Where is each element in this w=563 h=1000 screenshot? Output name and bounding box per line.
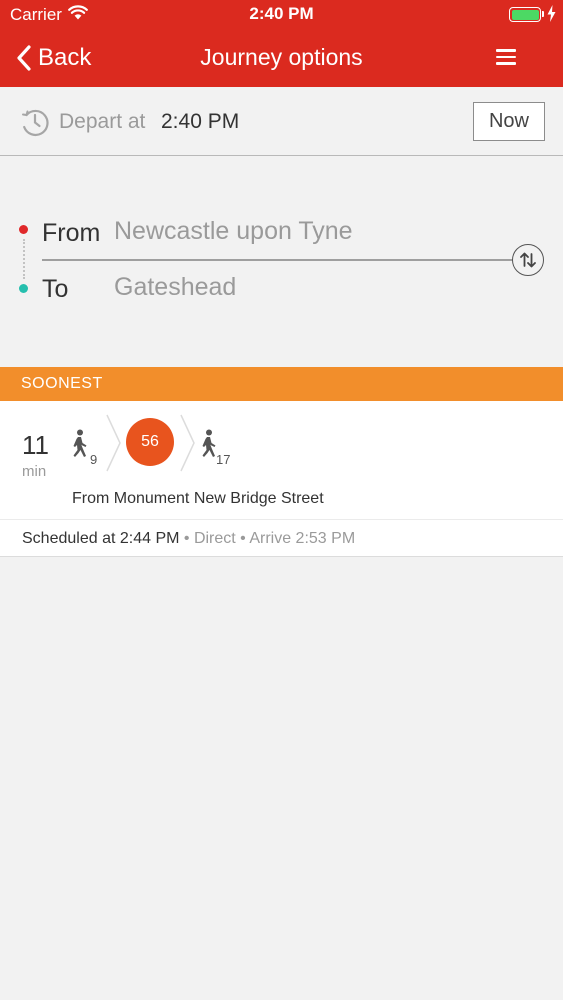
separator-dot: • <box>235 530 250 547</box>
clock-icon <box>22 109 49 137</box>
separator-dot: • <box>179 530 194 547</box>
walk-after-minutes: 17 <box>216 452 231 467</box>
depart-row: Depart at 2:40 PM Now <box>0 87 563 156</box>
status-time: 2:40 PM <box>249 4 314 23</box>
scheduled-time: Scheduled at 2:44 PM <box>22 530 180 547</box>
now-button[interactable]: Now <box>473 102 545 141</box>
to-label: To <box>42 275 69 303</box>
to-dot <box>19 284 28 293</box>
depart-time[interactable]: 2:40 PM <box>161 110 239 134</box>
from-dot <box>19 225 28 234</box>
chevron-right-icon <box>180 414 195 472</box>
journey-type: Direct <box>193 530 236 547</box>
route-connector <box>23 239 25 279</box>
arrive-time: Arrive 2:53 PM <box>249 530 356 547</box>
from-stop-label: From Monument New Bridge Street <box>72 490 324 507</box>
depart-label[interactable]: Depart at <box>59 110 145 134</box>
bus-route-badge: 56 <box>126 418 174 466</box>
swap-arrows-icon <box>520 252 536 268</box>
to-field[interactable] <box>114 273 494 302</box>
card-divider <box>0 519 563 520</box>
from-label: From <box>42 219 101 247</box>
bolt-icon <box>547 5 556 22</box>
hamburger-menu-icon[interactable] <box>494 46 518 68</box>
battery-tip <box>542 11 544 17</box>
battery-icon <box>509 7 541 22</box>
walk-before-minutes: 9 <box>90 452 98 467</box>
journey-card[interactable]: 11 min 9 56 17 From Monument New Bridge … <box>0 401 563 557</box>
section-header-soonest: SOONEST <box>0 367 563 401</box>
page-title: Journey options <box>200 44 363 70</box>
duration-unit: min <box>22 463 47 480</box>
route-divider <box>42 259 514 261</box>
section-title: SOONEST <box>21 375 103 392</box>
from-field[interactable] <box>114 217 494 246</box>
status-bar: Carrier 2:40 PM <box>0 0 563 30</box>
nav-bar: Back Journey options <box>0 30 563 87</box>
chevron-right-icon <box>106 414 121 472</box>
route-panel: From To <box>0 157 563 367</box>
swap-button[interactable] <box>512 244 544 276</box>
schedule-line: Scheduled at 2:44 PM • Direct • Arrive 2… <box>22 530 355 548</box>
walking-icon <box>73 429 87 457</box>
journey-duration: 11 <box>22 430 49 460</box>
battery-fill <box>511 9 539 20</box>
